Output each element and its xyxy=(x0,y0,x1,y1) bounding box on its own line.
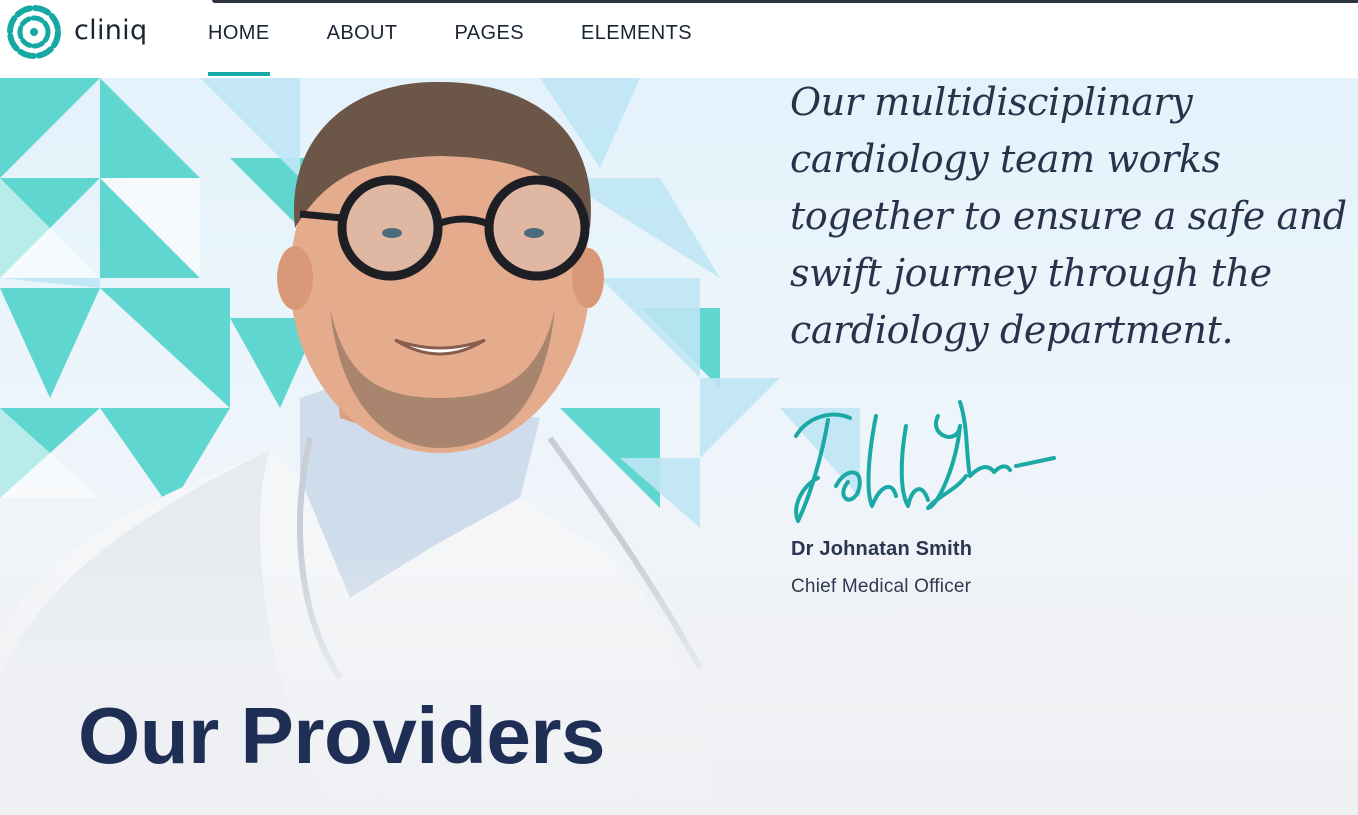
nav-item-about[interactable]: ABOUT xyxy=(327,0,398,66)
brand-name: cliniq xyxy=(74,14,148,46)
page: cliniq HOME ABOUT PAGES ELEMENTS Our mul… xyxy=(0,0,1358,815)
nav-item-home[interactable]: HOME xyxy=(208,0,270,76)
nav-item-label: ELEMENTS xyxy=(580,22,692,44)
nav-item-label: ABOUT xyxy=(326,22,398,44)
doctor-role: Chief Medical Officer xyxy=(791,576,972,597)
doctor-signature-image xyxy=(794,400,1056,523)
doctor-name: Dr Johnatan Smith xyxy=(791,538,973,560)
nav-item-label: PAGES xyxy=(454,22,524,44)
main-nav: HOME ABOUT PAGES ELEMENTS xyxy=(208,0,749,78)
brand-logo-link[interactable]: cliniq xyxy=(4,2,147,62)
hero-quote: Our multidisciplinary cardiology team wo… xyxy=(790,80,1347,352)
top-navigation-bar: cliniq HOME ABOUT PAGES ELEMENTS xyxy=(0,0,1358,78)
nav-item-label: HOME xyxy=(208,22,270,44)
nav-item-elements[interactable]: ELEMENTS xyxy=(581,0,692,66)
hero-section: Our multidisciplinary cardiology team wo… xyxy=(0,78,1358,815)
nav-item-pages[interactable]: PAGES xyxy=(455,0,524,66)
cliniq-logo-icon xyxy=(4,2,64,62)
section-title: Our Providers xyxy=(78,691,606,780)
